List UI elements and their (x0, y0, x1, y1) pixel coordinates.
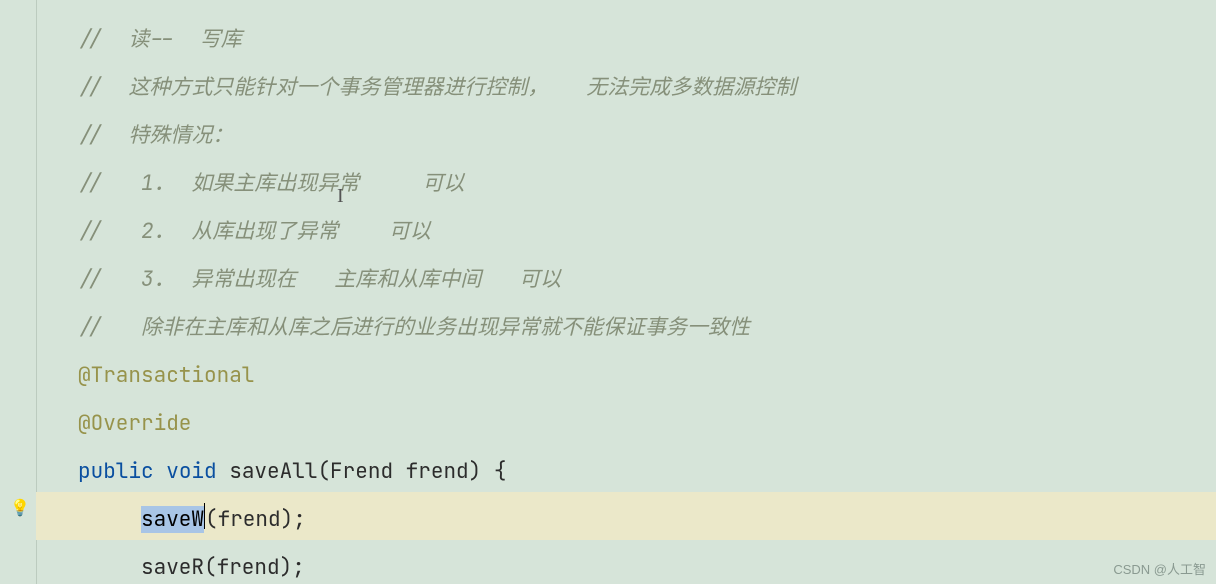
code-line: // 1. 如果主库出现异常 可以 (78, 160, 1216, 208)
code-comment: // 除非在主库和从库之后进行的业务出现异常就不能保证事务一致性 (78, 314, 750, 341)
code-line: saveW(frend); (78, 496, 1216, 544)
keyword: public (78, 458, 154, 485)
annotation: @Override (78, 410, 191, 437)
annotation: @Transactional (78, 362, 254, 389)
code-comment: // 2. 从库出现了异常 可以 (78, 218, 431, 245)
code-line: saveR(frend); (78, 544, 1216, 584)
code-line: // 特殊情况： (78, 112, 1216, 160)
code-editor[interactable]: 💡 // 读-- 写库 // 这种方式只能针对一个事务管理器进行控制， 无法完成… (0, 0, 1216, 584)
watermark: CSDN @人工智 (1113, 559, 1206, 578)
code-comment: // 特殊情况： (78, 122, 233, 149)
code-comment: // 读-- 写库 (78, 26, 242, 53)
code-line: // 3. 异常出现在 主库和从库中间 可以 (78, 256, 1216, 304)
code-comment: // 1. 如果主库出现异常 可以 (78, 170, 464, 197)
code-line: @Transactional (78, 352, 1216, 400)
code-line: @Override (78, 400, 1216, 448)
call-args: (frend); (205, 506, 306, 533)
code-line: // 2. 从库出现了异常 可以 (78, 208, 1216, 256)
brace-open: { (494, 458, 507, 485)
param-name: frend (406, 458, 469, 485)
code-line: // 这种方式只能针对一个事务管理器进行控制， 无法完成多数据源控制 (78, 64, 1216, 112)
code-line: public void saveAll(Frend frend) { (78, 448, 1216, 496)
keyword: void (166, 458, 216, 485)
code-comment: // 3. 异常出现在 主库和从库中间 可以 (78, 266, 561, 293)
code-area[interactable]: // 读-- 写库 // 这种方式只能针对一个事务管理器进行控制， 无法完成多数… (36, 0, 1216, 584)
param-type: Frend (330, 458, 393, 485)
lightbulb-icon[interactable]: 💡 (10, 497, 30, 518)
gutter: 💡 (0, 0, 37, 584)
code-comment: // 这种方式只能针对一个事务管理器进行控制， 无法完成多数据源控制 (78, 74, 796, 101)
selection: saveW (141, 506, 204, 533)
method-name: saveAll (229, 458, 317, 485)
code-line: // 除非在主库和从库之后进行的业务出现异常就不能保证事务一致性 (78, 304, 1216, 352)
code-line: // 读-- 写库 (78, 16, 1216, 64)
method-call: saveR(frend); (141, 554, 305, 581)
